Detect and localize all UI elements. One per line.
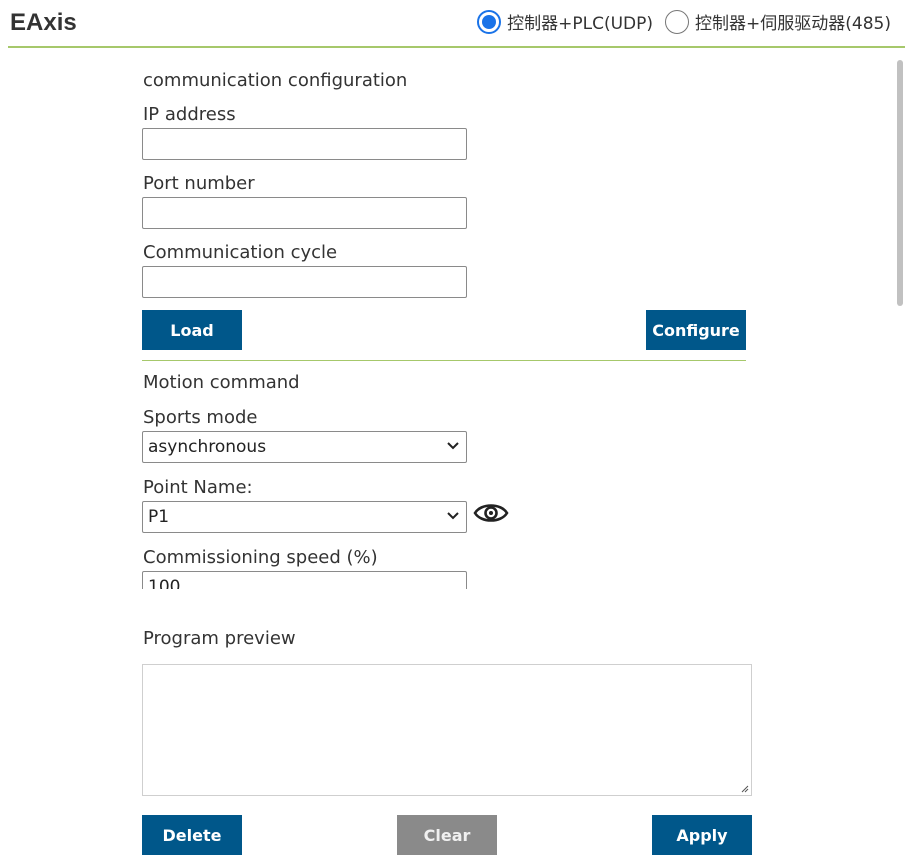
point-name-value: P1 [148, 507, 170, 527]
communication-cycle-label: Communication cycle [143, 242, 338, 263]
vertical-scrollbar[interactable] [895, 58, 905, 589]
eye-icon[interactable] [473, 500, 509, 526]
app-title: EAxis [10, 9, 77, 36]
commissioning-speed-input[interactable] [142, 571, 467, 589]
sports-mode-value: asynchronous [148, 437, 267, 457]
load-button[interactable]: Load [142, 310, 242, 350]
sports-mode-label: Sports mode [143, 407, 258, 428]
resize-grip-icon[interactable] [739, 783, 749, 793]
mode-option-plc-udp[interactable]: 控制器+PLC(UDP) [477, 9, 653, 34]
mode-option-servo-485[interactable]: 控制器+伺服驱动器(485) [665, 9, 891, 34]
ip-address-input[interactable] [142, 128, 467, 160]
port-number-label: Port number [143, 173, 255, 194]
radio-button-plc-udp[interactable] [477, 9, 502, 34]
config-scroll-panel[interactable]: communication configuration IP address P… [8, 58, 905, 589]
chevron-down-icon [447, 442, 459, 450]
delete-button[interactable]: Delete [142, 815, 242, 855]
mode-label-plc-udp: 控制器+PLC(UDP) [507, 14, 654, 34]
ip-address-label: IP address [143, 104, 236, 125]
sports-mode-select[interactable]: asynchronous [142, 431, 467, 463]
scrollbar-thumb[interactable] [897, 60, 903, 306]
section-divider [142, 360, 746, 361]
communication-section-title: communication configuration [143, 70, 408, 91]
point-name-select[interactable]: P1 [142, 501, 467, 533]
configure-button[interactable]: Configure [646, 310, 746, 350]
communication-cycle-input[interactable] [142, 266, 467, 298]
commissioning-speed-label: Commissioning speed (%) [143, 547, 378, 568]
radio-button-servo-485[interactable] [665, 9, 690, 34]
clear-button[interactable]: Clear [397, 815, 497, 855]
point-name-label: Point Name: [143, 477, 253, 498]
apply-button[interactable]: Apply [652, 815, 752, 855]
mode-label-servo-485: 控制器+伺服驱动器(485) [695, 14, 891, 34]
program-preview-textarea[interactable] [142, 664, 752, 796]
port-number-input[interactable] [142, 197, 467, 229]
program-preview-label: Program preview [143, 628, 296, 649]
mode-radio-group: 控制器+PLC(UDP) 控制器+伺服驱动器(485) [465, 9, 891, 34]
header-bar: EAxis 控制器+PLC(UDP) 控制器+伺服驱动器(485) [8, 0, 905, 48]
motion-section-title: Motion command [143, 372, 300, 393]
chevron-down-icon [447, 512, 459, 520]
